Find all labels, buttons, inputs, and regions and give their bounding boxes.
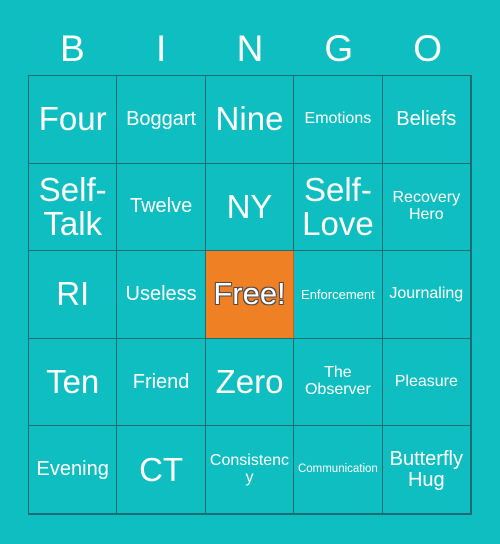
bingo-cell[interactable]: Four	[29, 76, 119, 165]
bingo-header-letter-4: G	[324, 28, 354, 69]
bingo-cell[interactable]: Enforcement	[294, 251, 384, 340]
bingo-cell-label: Zero	[215, 362, 284, 400]
bingo-cell-label: NY	[226, 187, 273, 225]
bingo-cell-label: Useless	[125, 283, 197, 306]
bingo-cell[interactable]: Ten	[29, 338, 119, 428]
bingo-cell-label: CT	[139, 450, 184, 488]
bingo-header-letter-3: N	[236, 28, 264, 69]
bingo-card: B I N G O Four Boggart Nine Emotions Beliefs Self…	[0, 0, 500, 544]
bingo-cell-label: Ten	[46, 362, 100, 400]
bingo-cell-label: Emotions	[304, 109, 372, 127]
bingo-cell[interactable]: Pleasure	[382, 338, 472, 428]
bingo-cell-label: Free!	[213, 276, 286, 312]
bingo-grid: Four Boggart Nine Emotions Beliefs Self-Talk T…	[28, 75, 472, 515]
bingo-cell-label: Consistency	[209, 452, 290, 486]
bingo-cell-label: Butterfly Hug	[389, 447, 463, 491]
bingo-cell[interactable]: CT	[117, 426, 207, 515]
bingo-cell-label: Nine	[215, 100, 284, 138]
bingo-cell[interactable]: Recovery Hero	[382, 163, 472, 253]
bingo-cell[interactable]: Journaling	[382, 251, 472, 340]
bingo-cell[interactable]: Useless	[117, 251, 207, 340]
bingo-cell[interactable]: Evening	[29, 426, 119, 515]
bingo-header-letter-1: B	[60, 28, 85, 69]
bingo-cell-label: Self-Talk	[38, 170, 107, 242]
bingo-cell-label: RI	[56, 275, 90, 313]
bingo-cell[interactable]: Twelve	[117, 163, 207, 253]
bingo-cell[interactable]: Boggart	[117, 76, 207, 165]
bingo-cell[interactable]: Self-Talk	[29, 163, 119, 253]
bingo-cell[interactable]: Friend	[117, 338, 207, 428]
bingo-cell-label: Boggart	[126, 107, 197, 130]
bingo-cell[interactable]: The Observer	[294, 338, 384, 428]
bingo-cell[interactable]: Nine	[205, 76, 296, 165]
bingo-cell-label: Journaling	[389, 285, 464, 303]
bingo-cell[interactable]: Consistency	[205, 426, 296, 515]
bingo-header-letter-5: O	[413, 28, 442, 69]
bingo-cell-label: Recovery Hero	[392, 189, 461, 223]
bingo-cell[interactable]: RI	[29, 251, 119, 340]
bingo-cell[interactable]: Beliefs	[382, 76, 472, 165]
bingo-cell-label: Beliefs	[396, 107, 457, 130]
bingo-cell-label: The Observer	[304, 364, 371, 399]
bingo-cell[interactable]: Zero	[205, 338, 296, 428]
bingo-cell-label: Four	[38, 100, 107, 138]
bingo-cell-label: Twelve	[129, 195, 193, 218]
bingo-header: BINGO	[28, 22, 472, 75]
bingo-cell[interactable]: Self-Love	[294, 163, 384, 253]
bingo-header-letter-2: I	[156, 28, 167, 69]
bingo-cell[interactable]: NY	[205, 163, 296, 253]
bingo-cell-label: Self-Love	[302, 170, 374, 242]
bingo-cell-label: Evening	[36, 458, 109, 481]
bingo-cell[interactable]: Communication	[294, 426, 384, 515]
bingo-cell[interactable]: Butterfly Hug	[382, 426, 472, 515]
bingo-cell-label: Communication	[297, 462, 378, 475]
bingo-cell-label: Friend	[132, 370, 190, 393]
bingo-cell[interactable]: Emotions	[294, 76, 384, 165]
bingo-cell-label: Enforcement	[301, 286, 375, 302]
bingo-cell-free-space[interactable]: Free!	[205, 251, 296, 340]
bingo-cell-label: Pleasure	[394, 372, 458, 390]
